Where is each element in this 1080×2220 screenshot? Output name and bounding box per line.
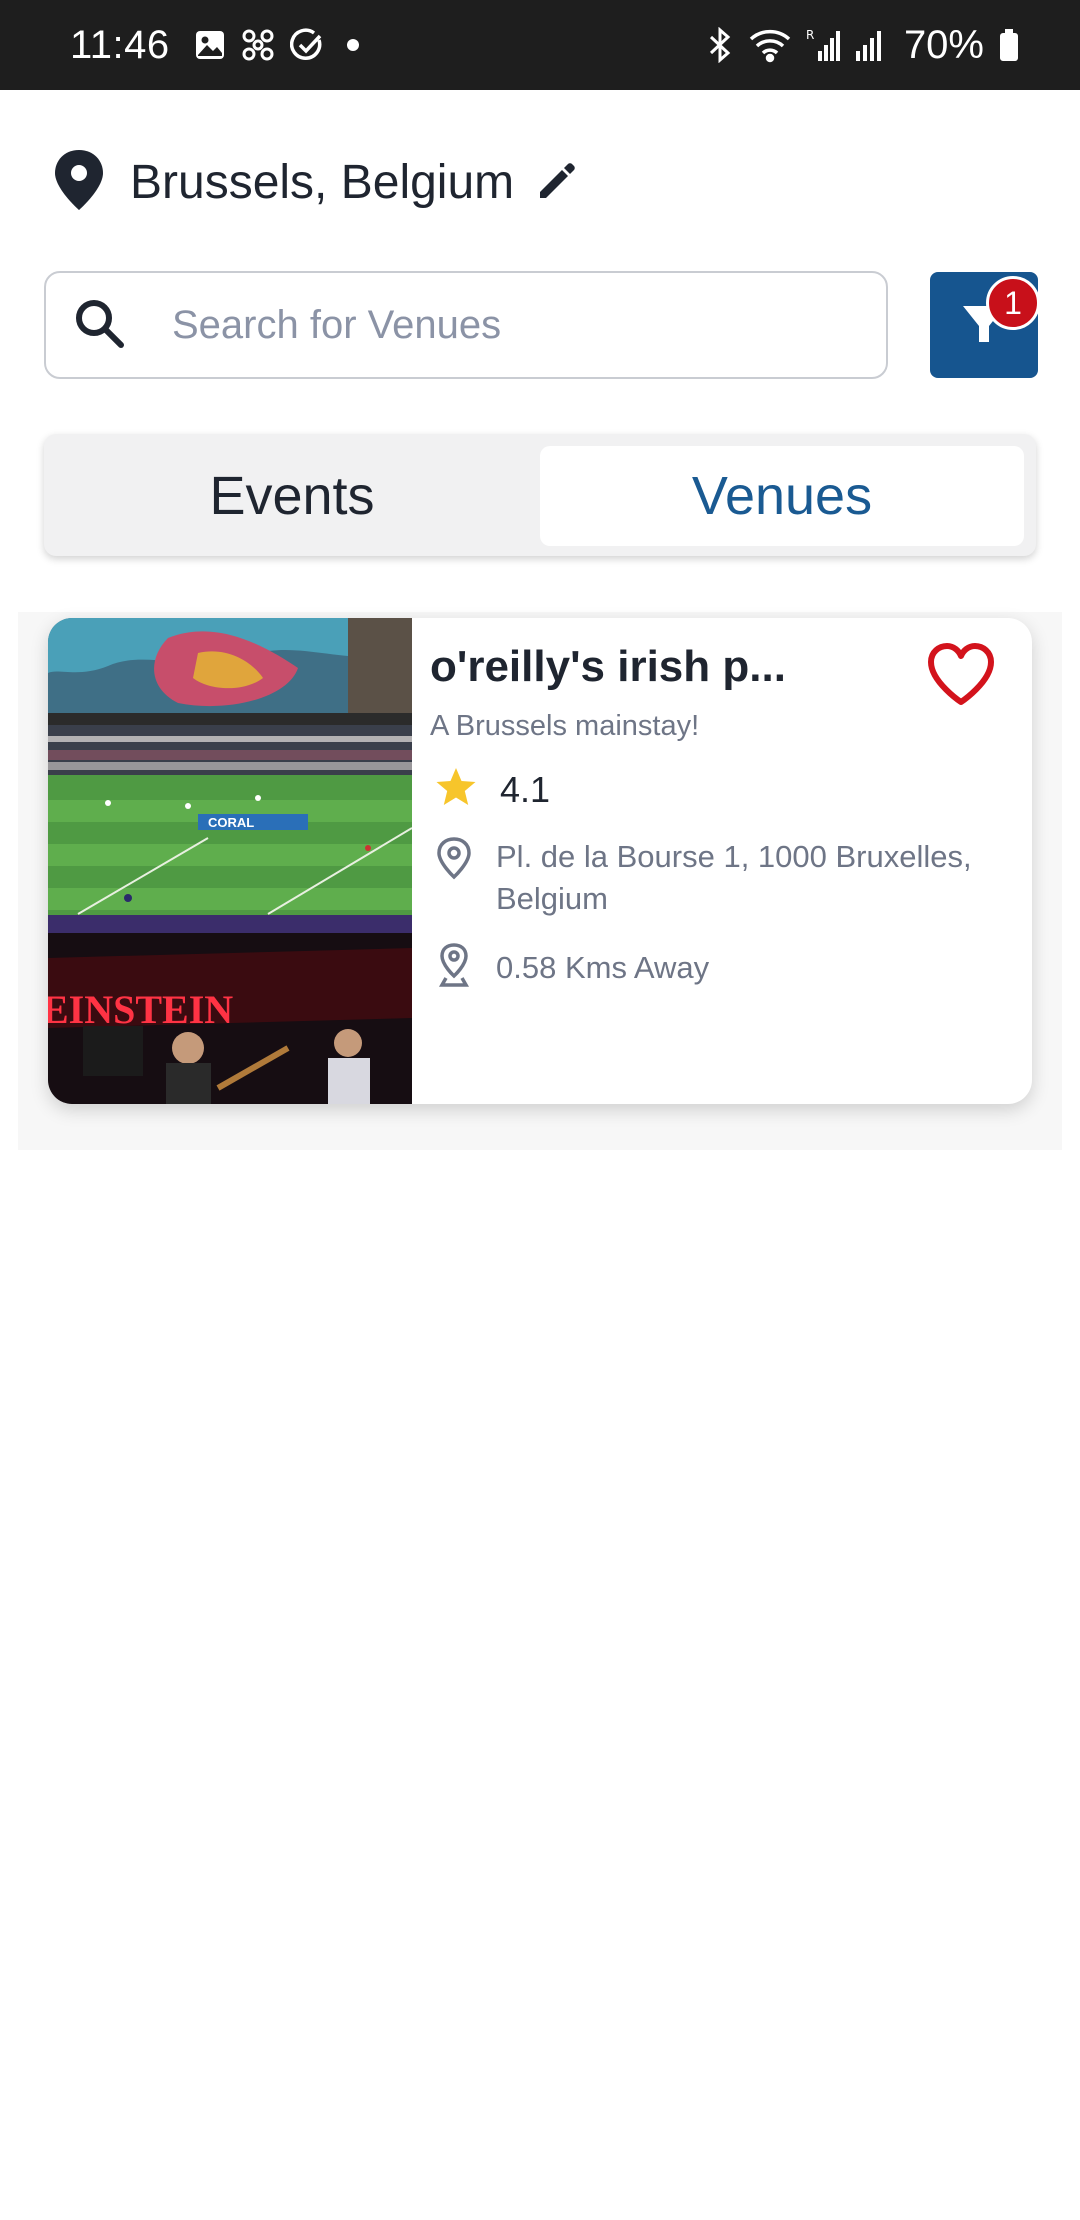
search-input[interactable]	[172, 302, 812, 348]
pencil-edit-icon[interactable]	[536, 158, 580, 207]
fan-icon	[240, 27, 276, 63]
venue-address: Pl. de la Bourse 1, 1000 Bruxelles, Belg…	[496, 839, 972, 916]
status-bar-left: 11:46	[70, 23, 368, 68]
dot-icon	[338, 30, 368, 60]
check-circle-icon	[289, 28, 324, 62]
map-pin-icon	[50, 148, 108, 217]
venue-photo: CORAL EINSTEIN	[48, 618, 412, 1104]
favorite-heart-icon[interactable]	[926, 642, 996, 708]
signal-icon	[854, 27, 884, 63]
status-bar: 11:46 R 70%	[0, 0, 1080, 90]
search-box[interactable]	[44, 271, 888, 379]
signal-roaming-icon: R	[806, 27, 840, 63]
bluetooth-icon	[706, 27, 734, 63]
location-label: Brussels, Belgium	[130, 155, 515, 209]
status-time: 11:46	[70, 22, 170, 67]
battery-icon	[998, 27, 1020, 63]
battery-percent: 70%	[903, 22, 984, 67]
address-row: Pl. de la Bourse 1, 1000 Bruxelles, Belg…	[434, 836, 1032, 920]
tab-events[interactable]: Events	[44, 446, 540, 546]
venue-tagline: A Brussels mainstay!	[430, 710, 700, 742]
photo-sign-text: EINSTEIN	[48, 987, 233, 1032]
star-icon	[434, 766, 478, 813]
svg-text:R: R	[806, 28, 814, 42]
segment-tabs: Events Venues	[44, 434, 1036, 556]
filter-count-badge: 1	[986, 276, 1040, 330]
distance-pin-icon	[434, 942, 474, 993]
gallery-icon	[194, 29, 226, 61]
venue-distance: 0.58 Kms Away	[496, 949, 710, 985]
search-icon	[72, 296, 126, 355]
tab-venues[interactable]: Venues	[540, 446, 1024, 546]
distance-row: 0.58 Kms Away	[434, 942, 709, 993]
venue-info: o'reilly's irish p... A Brussels mainsta…	[430, 618, 1030, 1104]
rating-row: 4.1	[434, 766, 550, 813]
wifi-icon	[748, 27, 792, 63]
location-selector[interactable]: Brussels, Belgium	[50, 146, 580, 218]
status-bar-right: R 70%	[706, 23, 1020, 68]
location-outline-icon	[434, 836, 474, 920]
photo-banner-text: CORAL	[208, 815, 254, 830]
venue-card[interactable]: CORAL EINSTEIN o'reilly's irish p... A B…	[48, 618, 1032, 1104]
venue-name[interactable]: o'reilly's irish p...	[430, 642, 786, 692]
rating-value: 4.1	[500, 768, 551, 810]
